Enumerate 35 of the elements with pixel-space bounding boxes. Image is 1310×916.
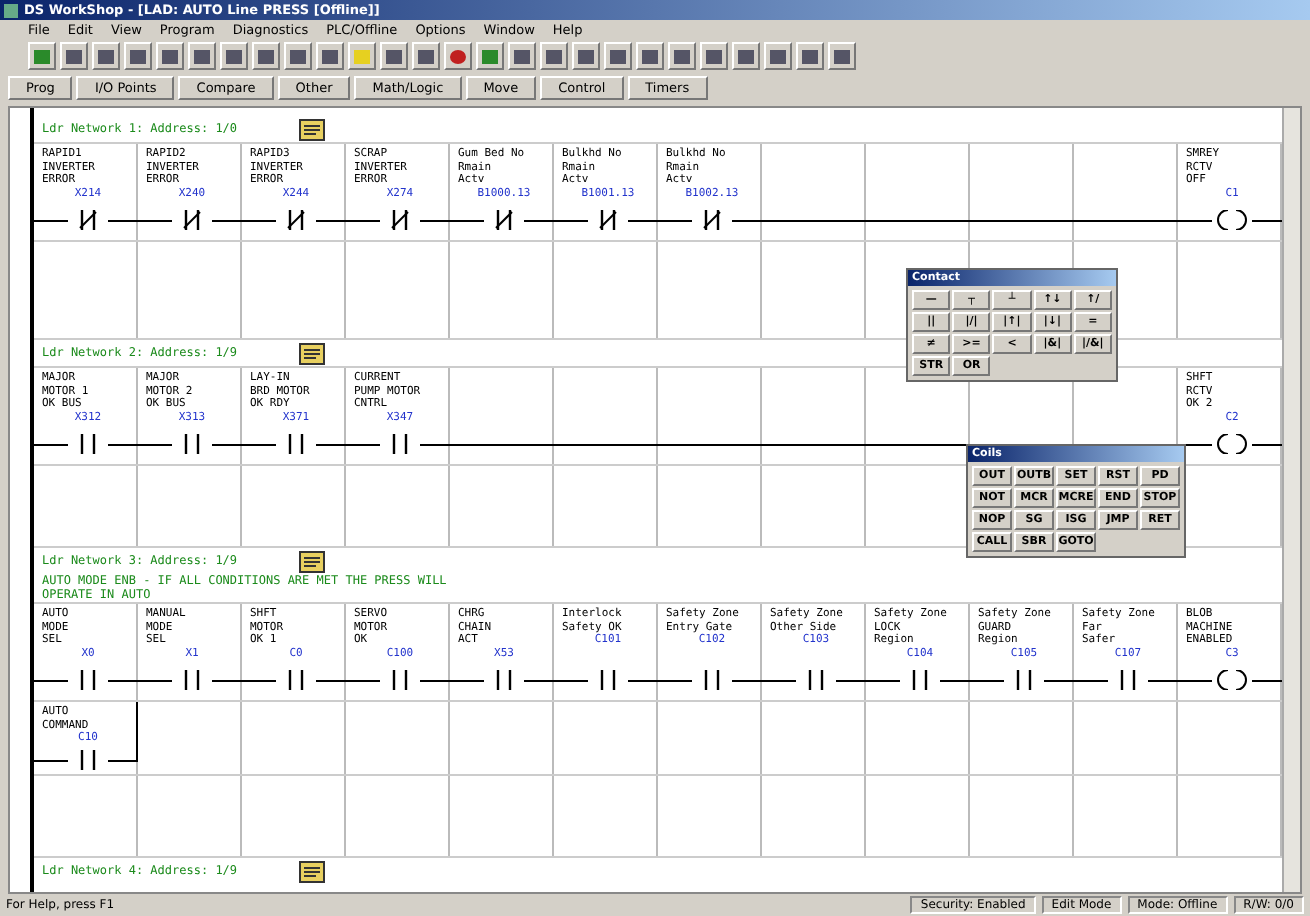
toolbar-button[interactable] <box>348 42 376 70</box>
coil-icon[interactable] <box>1212 670 1252 690</box>
toolbar-button[interactable] <box>188 42 216 70</box>
toolbar-button[interactable] <box>796 42 824 70</box>
toolbar-button[interactable] <box>284 42 312 70</box>
toolbar-button[interactable] <box>60 42 88 70</box>
app-icon <box>4 3 18 17</box>
toolbar-button[interactable] <box>156 42 184 70</box>
note-icon[interactable] <box>297 117 326 141</box>
toolbar-button[interactable] <box>700 42 728 70</box>
toolbar-button[interactable] <box>412 42 440 70</box>
toolbar-button[interactable] <box>476 42 504 70</box>
toolbar-button[interactable] <box>604 42 632 70</box>
note-icon[interactable] <box>297 859 326 883</box>
note-icon[interactable] <box>297 341 326 365</box>
toolbar-button[interactable] <box>508 42 536 70</box>
vertical-scrollbar[interactable] <box>1282 108 1300 892</box>
toolbar-button[interactable] <box>252 42 280 70</box>
toolbar-button[interactable] <box>828 42 856 70</box>
toolbar-button[interactable] <box>220 42 248 70</box>
note-icon[interactable] <box>297 549 326 573</box>
toolbar-button[interactable] <box>572 42 600 70</box>
toolbar-button[interactable] <box>316 42 344 70</box>
toolbar-button[interactable] <box>444 42 472 70</box>
toolbar-button[interactable] <box>380 42 408 70</box>
toolbar-button[interactable] <box>636 42 664 70</box>
toolbar-button[interactable] <box>540 42 568 70</box>
toolbar-button[interactable] <box>92 42 120 70</box>
coil-icon[interactable] <box>1212 210 1252 230</box>
coil-icon[interactable] <box>1212 434 1252 454</box>
toolbar-button[interactable] <box>124 42 152 70</box>
toolbar-button[interactable] <box>764 42 792 70</box>
toolbar-button[interactable] <box>732 42 760 70</box>
toolbar-button[interactable] <box>668 42 696 70</box>
toolbar-button[interactable] <box>28 42 56 70</box>
